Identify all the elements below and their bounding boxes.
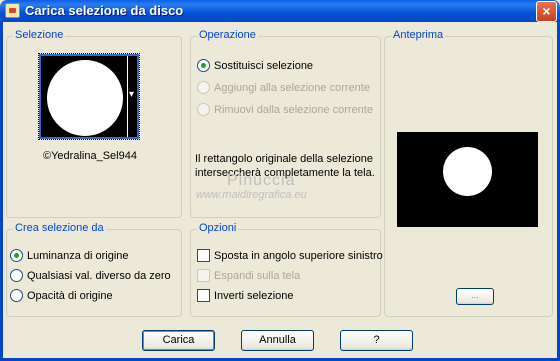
create-from-group-label: Crea selezione da [13,222,106,234]
checkbox-invert-selection[interactable]: Inverti selezione [197,289,294,302]
selection-file-name: ©Yedralina_Sel944 [43,150,137,162]
checkbox-move-top-left[interactable]: Sposta in angolo superiore sinistro [197,249,383,262]
checkbox-expand-canvas-label: Espandi sulla tela [214,269,301,282]
options-group-label: Opzioni [197,222,239,234]
radio-replace-selection[interactable]: Sostituisci selezione [197,59,313,72]
selection-thumbnail[interactable]: ▾ [38,53,140,140]
radio-subtract-indicator[interactable] [197,103,210,116]
checkbox-expand-canvas-box[interactable] [197,269,210,282]
title-bar: Carica selezione da disco × [0,0,560,22]
radio-luminance-label: Luminanza di origine [27,249,129,262]
radio-any-nonzero[interactable]: Qualsiasi val. diverso da zero [10,269,171,282]
thumbnail-divider [127,56,128,137]
close-button[interactable]: × [536,1,557,22]
help-button[interactable]: ? [340,330,413,351]
watermark-url: www.maidiregrafica.eu [196,189,307,201]
window-title: Carica selezione da disco [25,3,184,18]
radio-source-opacity[interactable]: Opacità di origine [10,289,113,302]
preview-group-label: Anteprima [391,29,446,41]
preview-canvas [397,132,538,227]
radio-subtract-selection[interactable]: Rimuovi dalla selezione corrente [197,103,373,116]
radio-opacity-indicator[interactable] [10,289,23,302]
load-button[interactable]: Carica [142,330,215,351]
radio-replace-indicator[interactable] [197,59,210,72]
app-icon [5,3,20,18]
radio-add-selection[interactable]: Aggiungi alla selezione corrente [197,81,370,94]
radio-opacity-label: Opacità di origine [27,289,113,302]
radio-nonzero-indicator[interactable] [10,269,23,282]
cancel-button[interactable]: Annulla [241,330,314,351]
preview-zoom-button[interactable]: ... [456,288,494,305]
selection-group-label: Selezione [13,29,66,41]
radio-replace-label: Sostituisci selezione [214,59,314,72]
watermark-name: Pinuccia [227,172,296,189]
radio-add-label: Aggiungi alla selezione corrente [214,81,370,94]
radio-source-luminance[interactable]: Luminanza di origine [10,249,129,262]
dropdown-arrow-icon[interactable]: ▾ [129,89,134,100]
checkbox-expand-canvas[interactable]: Espandi sulla tela [197,269,300,282]
radio-luminance-indicator[interactable] [10,249,23,262]
selection-circle [47,60,123,136]
operation-group-label: Operazione [197,29,258,41]
radio-add-indicator[interactable] [197,81,210,94]
preview-circle [443,147,492,196]
checkbox-move-top-left-label: Sposta in angolo superiore sinistro [214,249,383,262]
checkbox-invert-selection-label: Inverti selezione [214,289,294,302]
checkbox-invert-selection-box[interactable] [197,289,210,302]
checkbox-move-top-left-box[interactable] [197,249,210,262]
radio-nonzero-label: Qualsiasi val. diverso da zero [27,269,171,282]
radio-subtract-label: Rimuovi dalla selezione corrente [214,103,373,116]
